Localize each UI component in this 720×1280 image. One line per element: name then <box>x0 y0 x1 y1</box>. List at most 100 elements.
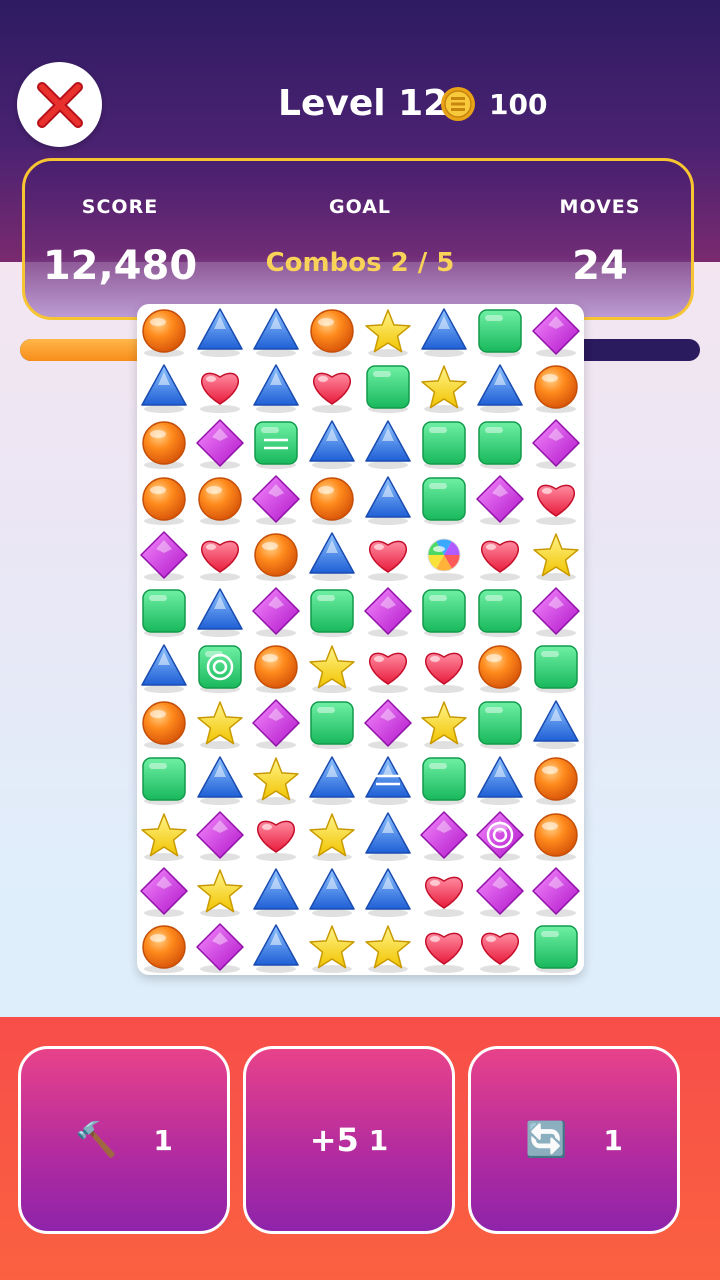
gem-square[interactable] <box>478 701 522 749</box>
gem-triangle[interactable] <box>533 700 579 749</box>
gem-triangle[interactable] <box>365 420 411 469</box>
gem-triangle[interactable] <box>309 532 355 581</box>
gem-diamond[interactable] <box>196 923 244 973</box>
gem-triangle[interactable] <box>365 476 411 525</box>
gem-triangle[interactable] <box>365 812 411 861</box>
gem-star[interactable] <box>421 365 467 413</box>
gem-heart[interactable] <box>424 652 464 693</box>
gem-star[interactable] <box>309 813 355 861</box>
gem-diamond[interactable] <box>140 531 188 581</box>
gem-diamond[interactable] <box>532 587 580 637</box>
gem-star[interactable] <box>253 757 299 805</box>
gem-triangle[interactable] <box>309 756 355 805</box>
gem-square[interactable] <box>366 365 410 413</box>
gem-triangle[interactable] <box>253 364 299 413</box>
gem-square[interactable] <box>478 421 522 469</box>
gem-star[interactable] <box>309 925 355 973</box>
gem-triangle[interactable] <box>421 308 467 357</box>
gem-star[interactable] <box>197 701 243 749</box>
gem-diamond[interactable] <box>364 699 412 749</box>
gem-triangle[interactable] <box>309 868 355 917</box>
gem-triangle[interactable] <box>197 588 243 637</box>
gem-orange[interactable] <box>142 309 186 357</box>
board-grid[interactable] <box>137 304 584 975</box>
gem-heart[interactable] <box>424 932 464 973</box>
gem-orange[interactable] <box>478 645 522 693</box>
gem-heart[interactable] <box>200 372 240 413</box>
gem-orange[interactable] <box>534 365 578 413</box>
gem-square[interactable] <box>142 757 186 805</box>
gem-square[interactable] <box>422 589 466 637</box>
gem-heart[interactable] <box>368 652 408 693</box>
gem-diamond[interactable] <box>252 587 300 637</box>
gem-square[interactable] <box>310 589 354 637</box>
gem-orange[interactable] <box>534 813 578 861</box>
gem-square[interactable] <box>478 589 522 637</box>
gem-orange[interactable] <box>254 645 298 693</box>
gem-square[interactable] <box>534 925 578 973</box>
gem-triangle[interactable] <box>197 756 243 805</box>
gem-star[interactable] <box>533 533 579 581</box>
gem-triangle[interactable] <box>477 364 523 413</box>
gem-triangle-striped[interactable] <box>365 756 411 805</box>
gem-heart[interactable] <box>480 932 520 973</box>
gem-star[interactable] <box>141 813 187 861</box>
gem-diamond[interactable] <box>420 811 468 861</box>
gem-triangle[interactable] <box>477 756 523 805</box>
gem-diamond[interactable] <box>532 419 580 469</box>
gem-diamond[interactable] <box>196 811 244 861</box>
gem-square[interactable] <box>310 701 354 749</box>
gem-square[interactable] <box>534 645 578 693</box>
close-button[interactable] <box>17 62 102 147</box>
gem-triangle[interactable] <box>141 364 187 413</box>
gem-diamond[interactable] <box>532 867 580 917</box>
gem-orange[interactable] <box>310 477 354 525</box>
gem-heart[interactable] <box>368 540 408 581</box>
gem-triangle[interactable] <box>197 308 243 357</box>
gem-heart[interactable] <box>256 820 296 861</box>
gem-diamond[interactable] <box>364 587 412 637</box>
gem-rainbow[interactable] <box>424 538 464 581</box>
gem-orange[interactable] <box>142 925 186 973</box>
gem-heart[interactable] <box>200 540 240 581</box>
gem-square[interactable] <box>422 477 466 525</box>
gem-orange[interactable] <box>310 309 354 357</box>
gem-square[interactable] <box>422 421 466 469</box>
gem-star[interactable] <box>309 645 355 693</box>
extra-moves-booster-button[interactable]: +5 1 <box>243 1046 455 1234</box>
gem-heart[interactable] <box>312 372 352 413</box>
gem-orange[interactable] <box>142 421 186 469</box>
game-board[interactable] <box>137 304 584 975</box>
gem-diamond[interactable] <box>252 699 300 749</box>
gem-star[interactable] <box>197 869 243 917</box>
gem-orange[interactable] <box>142 701 186 749</box>
gem-star[interactable] <box>421 701 467 749</box>
gem-square-striped[interactable] <box>254 421 298 469</box>
gem-triangle[interactable] <box>365 868 411 917</box>
gem-orange[interactable] <box>254 533 298 581</box>
shuffle-booster-button[interactable]: 🔄 1 <box>468 1046 680 1234</box>
gem-diamond[interactable] <box>476 475 524 525</box>
gem-diamond[interactable] <box>476 867 524 917</box>
gem-square[interactable] <box>422 757 466 805</box>
gem-heart[interactable] <box>480 540 520 581</box>
gem-triangle[interactable] <box>253 308 299 357</box>
gem-square[interactable] <box>142 589 186 637</box>
gem-triangle[interactable] <box>309 420 355 469</box>
gem-heart[interactable] <box>424 876 464 917</box>
gem-square[interactable] <box>478 309 522 357</box>
gem-star[interactable] <box>365 925 411 973</box>
gem-heart[interactable] <box>536 484 576 525</box>
gem-star[interactable] <box>365 309 411 357</box>
gem-triangle[interactable] <box>253 868 299 917</box>
gem-orange[interactable] <box>142 477 186 525</box>
gem-orange[interactable] <box>534 757 578 805</box>
gem-square-wrapped[interactable] <box>198 645 242 693</box>
gem-diamond[interactable] <box>532 307 580 357</box>
hammer-booster-button[interactable]: 🔨 1 <box>18 1046 230 1234</box>
gem-diamond[interactable] <box>196 419 244 469</box>
gem-triangle[interactable] <box>253 924 299 973</box>
gem-diamond-wrapped[interactable] <box>476 811 524 861</box>
gem-diamond[interactable] <box>140 867 188 917</box>
gem-orange[interactable] <box>198 477 242 525</box>
